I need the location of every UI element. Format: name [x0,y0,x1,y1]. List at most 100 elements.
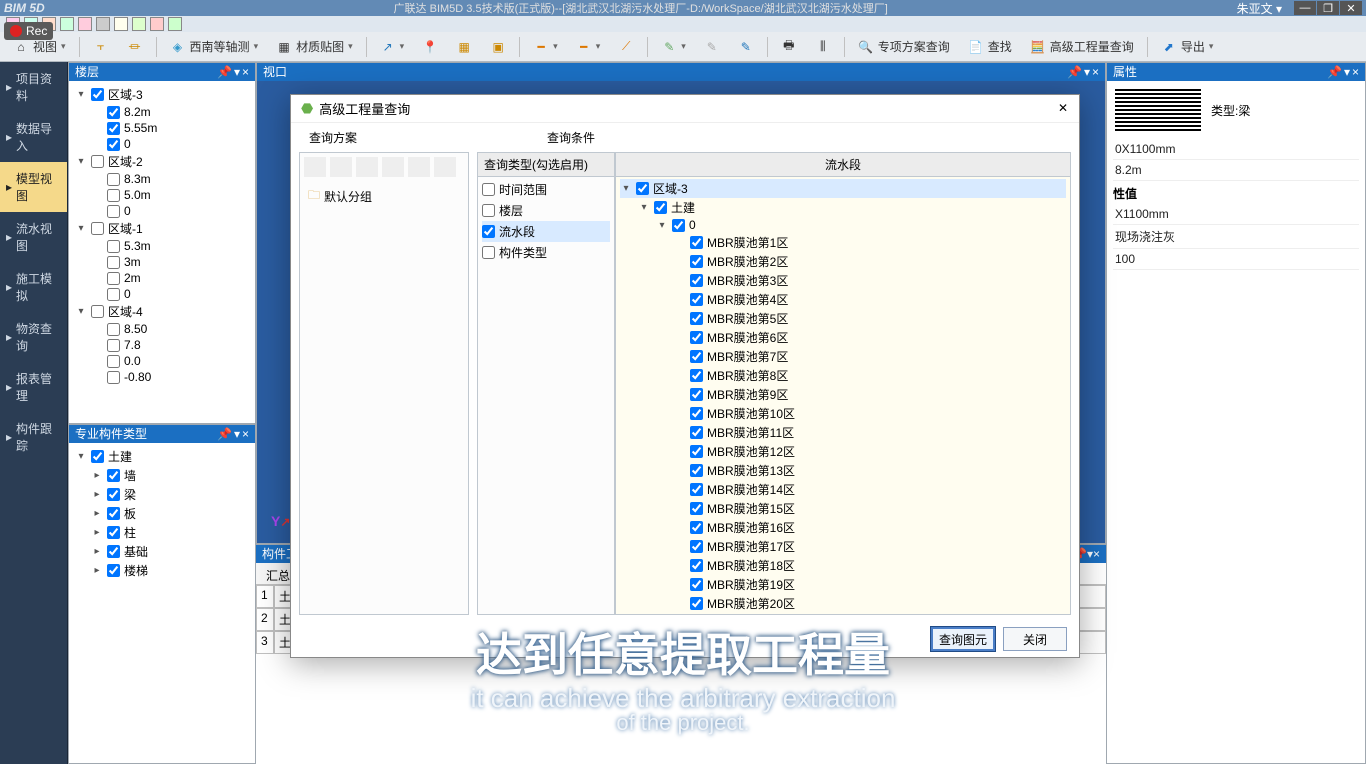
zone-item[interactable]: MBR膜池第21区 [620,613,1066,614]
qat-icon[interactable] [132,17,146,31]
user-menu[interactable]: 朱亚文 ▾ [1237,0,1282,17]
zone-item[interactable]: MBR膜池第9区 [620,385,1066,404]
floor-checkbox[interactable] [107,189,120,202]
sidebar-item[interactable]: ▸模型视图 [0,162,67,212]
floor-group[interactable]: ▾区域-1 [73,219,251,238]
floor-group[interactable]: ▾区域-2 [73,152,251,171]
zone-checkbox[interactable] [690,426,703,439]
zone-checkbox[interactable] [690,407,703,420]
floor-checkbox[interactable] [107,371,120,384]
floor-item[interactable]: 0.0 [89,353,251,369]
zone-root[interactable]: ▾区域-3 [620,179,1066,198]
minimize-button[interactable]: — [1294,1,1316,15]
sidebar-item[interactable]: ▸施工模拟 [0,262,67,312]
floors-tree[interactable]: ▾区域-38.2m5.55m0▾区域-28.3m5.0m0▾区域-15.3m3m… [69,81,255,423]
type-checkbox[interactable] [107,507,120,520]
qat-icon[interactable] [168,17,182,31]
zone-checkbox[interactable] [690,559,703,572]
zone-item[interactable]: MBR膜池第12区 [620,442,1066,461]
qat-icon[interactable] [114,17,128,31]
panel-close-icon[interactable]: × [1092,63,1099,81]
sw-axis-menu[interactable]: ◈西南等轴测 [163,35,266,59]
zone-checkbox[interactable] [690,445,703,458]
query-button[interactable]: 查询图元 [931,627,995,651]
zone-item[interactable]: MBR膜池第17区 [620,537,1066,556]
panel-close-icon[interactable]: × [1352,63,1359,81]
condition-checkbox[interactable] [482,246,495,259]
tool-button[interactable]: ✎ [697,35,727,59]
condition-checkbox[interactable] [482,183,495,196]
zone-item[interactable]: MBR膜池第8区 [620,366,1066,385]
paste-icon[interactable] [356,157,378,177]
floor-group[interactable]: ▾区域-3 [73,85,251,104]
condition-item[interactable]: 构件类型 [482,242,610,263]
floor-item[interactable]: 0 [89,136,251,152]
tool-button[interactable]: ▣ [483,35,513,59]
tool-button[interactable]: 🖶 [774,35,804,59]
floor-item[interactable]: 5.55m [89,120,251,136]
condition-checkbox[interactable] [482,204,495,217]
panel-close-icon[interactable]: × [242,425,249,443]
tool-button[interactable]: ━ [526,35,565,59]
tool-button[interactable]: ⫼ [808,35,838,59]
maximize-button[interactable]: ❐ [1317,1,1339,15]
floor-checkbox[interactable] [107,138,120,151]
condition-item[interactable]: 流水段 [482,221,610,242]
export-menu[interactable]: ⬈导出 [1154,35,1221,59]
zone-item[interactable]: MBR膜池第7区 [620,347,1066,366]
zone-checkbox[interactable] [690,483,703,496]
floor-checkbox[interactable] [107,122,120,135]
floor-checkbox[interactable] [107,272,120,285]
zone-item[interactable]: MBR膜池第1区 [620,233,1066,252]
scheme-group[interactable]: 🗀 默认分组 [306,185,462,208]
panel-close-icon[interactable]: × [1093,547,1100,561]
pin-icon[interactable]: 📌 [1327,63,1342,81]
sidebar-item[interactable]: ▸流水视图 [0,212,67,262]
pin-icon[interactable]: 📌 [217,63,232,81]
floor-checkbox[interactable] [107,288,120,301]
zone-checkbox[interactable] [690,521,703,534]
tool-button[interactable]: ⏛ [120,35,150,59]
floor-item[interactable]: 0 [89,286,251,302]
zone-item[interactable]: MBR膜池第4区 [620,290,1066,309]
special-scheme-button[interactable]: 🔍专项方案查询 [851,35,957,59]
floor-checkbox[interactable] [107,240,120,253]
save-icon[interactable] [408,157,430,177]
tool-button[interactable]: ✎ [731,35,761,59]
type-checkbox[interactable] [91,450,104,463]
close-button[interactable]: ✕ [1340,1,1362,15]
floor-group[interactable]: ▾区域-4 [73,302,251,321]
tool-button[interactable]: ⫟ [86,35,116,59]
zone-checkbox[interactable] [690,369,703,382]
pin-icon[interactable]: 📌 [1067,63,1082,81]
zone-item[interactable]: MBR膜池第16区 [620,518,1066,537]
zone-item[interactable]: MBR膜池第5区 [620,309,1066,328]
type-root[interactable]: ▾土建 [73,447,251,466]
zone-checkbox[interactable] [690,464,703,477]
refresh-icon[interactable] [434,157,456,177]
zone-checkbox[interactable] [690,236,703,249]
floor-item[interactable]: 0 [89,203,251,219]
floor-item[interactable]: 2m [89,270,251,286]
zone-checkbox[interactable] [690,293,703,306]
floor-item[interactable]: 5.3m [89,238,251,254]
zone-checkbox[interactable] [690,255,703,268]
floor-item[interactable]: 7.8 [89,337,251,353]
zone-checkbox[interactable] [654,201,667,214]
panel-close-icon[interactable]: × [242,63,249,81]
zone-category[interactable]: ▾土建 [620,198,1066,217]
type-item[interactable]: ▸板 [89,504,251,523]
floor-checkbox[interactable] [91,155,104,168]
floor-checkbox[interactable] [107,173,120,186]
floor-checkbox[interactable] [107,339,120,352]
zone-checkbox[interactable] [672,219,685,232]
sidebar-item[interactable]: ▸数据导入 [0,112,67,162]
panel-menu-icon[interactable]: ▾ [1344,63,1350,81]
tool-button[interactable]: ✎ [654,35,693,59]
zone-item[interactable]: MBR膜池第19区 [620,575,1066,594]
type-checkbox[interactable] [107,564,120,577]
floor-checkbox[interactable] [107,256,120,269]
zone-checkbox[interactable] [690,350,703,363]
type-checkbox[interactable] [107,545,120,558]
zone-item[interactable]: MBR膜池第2区 [620,252,1066,271]
